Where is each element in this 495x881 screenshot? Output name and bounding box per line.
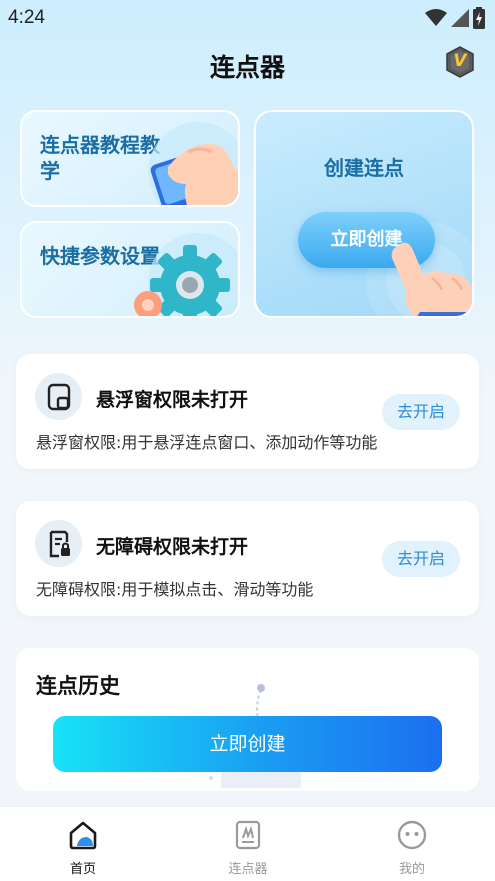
hand-phone-icon — [148, 122, 238, 205]
create-click-card[interactable]: 创建连点 立即创建 — [254, 110, 474, 318]
nav-clicker-label: 连点器 — [228, 862, 268, 877]
nav-clicker[interactable]: 连点器 — [188, 807, 308, 881]
signal-icon — [451, 9, 469, 27]
nav-mine-label: 我的 — [398, 862, 425, 877]
permission-title: 悬浮窗权限未打开 — [96, 389, 249, 411]
status-icons — [425, 7, 485, 29]
floating-window-icon — [35, 373, 82, 420]
history-create-now-button[interactable]: 立即创建 — [53, 716, 442, 772]
status-bar: 4:24 — [0, 0, 495, 36]
quick-settings-card[interactable]: 快捷参数设置 — [20, 221, 240, 318]
vip-letter: V — [453, 51, 467, 71]
vip-badge-icon[interactable]: V — [445, 46, 475, 78]
accessibility-permission-card: 无障碍权限未打开 去开启 无障碍权限:用于模拟点击、滑动等功能 — [16, 501, 479, 616]
page-title: 连点器 — [209, 53, 285, 82]
tutorial-card[interactable]: 连点器教程教学 — [20, 110, 240, 207]
nav-home[interactable]: 首页 — [23, 807, 143, 881]
pointing-hand-icon — [391, 242, 472, 316]
clicker-icon — [235, 820, 261, 850]
home-icon — [69, 821, 97, 850]
nav-mine[interactable]: 我的 — [352, 807, 472, 881]
bottom-nav: 首页 连点器 我的 — [0, 806, 495, 881]
battery-charging-icon — [473, 7, 485, 29]
permission-description: 无障碍权限:用于模拟点击、滑动等功能 — [36, 580, 314, 599]
enable-floating-window-button[interactable]: 去开启 — [382, 394, 460, 430]
create-click-label: 创建连点 — [324, 156, 404, 180]
gear-icon — [134, 233, 238, 316]
enable-accessibility-button[interactable]: 去开启 — [382, 541, 460, 577]
nav-home-label: 首页 — [69, 862, 96, 877]
click-history-card: 连点历史 立即创建 — [16, 648, 479, 791]
floating-window-permission-card: 悬浮窗权限未打开 去开启 悬浮窗权限:用于悬浮连点窗口、添加动作等功能 — [16, 354, 479, 469]
permission-description: 悬浮窗权限:用于悬浮连点窗口、添加动作等功能 — [36, 433, 378, 452]
permission-title: 无障碍权限未打开 — [96, 536, 249, 558]
status-time: 4:24 — [8, 7, 45, 28]
history-title: 连点历史 — [36, 674, 120, 698]
wifi-icon — [425, 9, 447, 26]
profile-face-icon — [397, 820, 427, 850]
accessibility-icon — [35, 520, 82, 567]
